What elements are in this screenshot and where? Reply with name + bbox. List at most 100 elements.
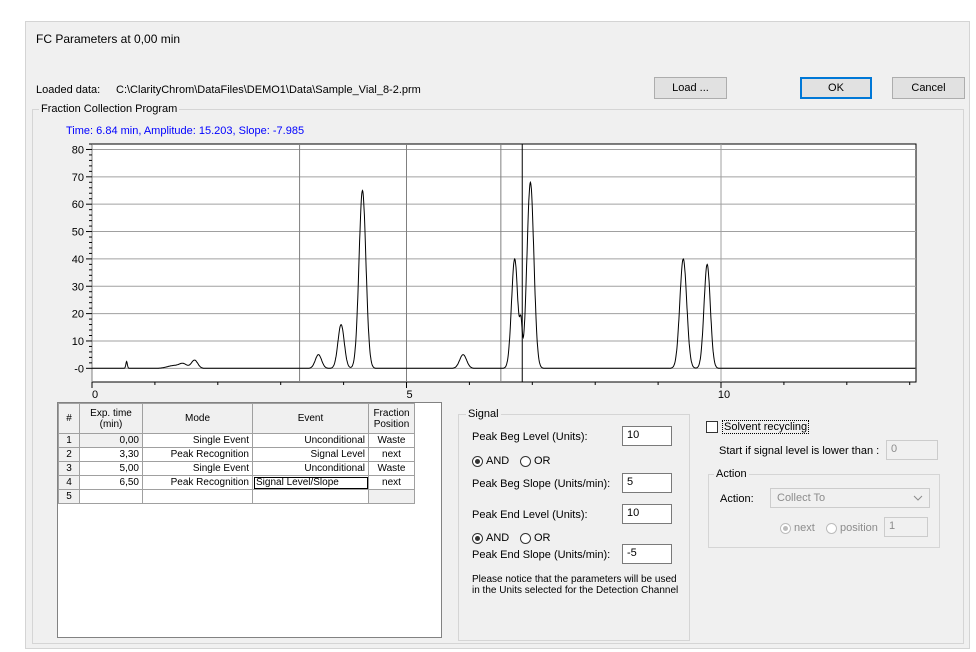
cell-exp-time[interactable]: 0,00 bbox=[79, 433, 143, 448]
y-tick-label: 70 bbox=[72, 172, 84, 184]
row-number: 3 bbox=[58, 461, 80, 476]
cell-event[interactable] bbox=[252, 489, 369, 504]
action-select[interactable]: Collect To bbox=[770, 488, 930, 508]
cell-event[interactable]: Unconditional bbox=[252, 461, 369, 476]
plot-area bbox=[91, 143, 917, 383]
y-tick-label: 20 bbox=[72, 309, 84, 321]
peak-beg-level-input[interactable]: 10 bbox=[622, 426, 672, 446]
position-radio-label: position bbox=[840, 522, 878, 534]
peak-end-level-input[interactable]: 10 bbox=[622, 504, 672, 524]
cell-exp-time[interactable]: 3,30 bbox=[79, 447, 143, 462]
next-radio-label: next bbox=[794, 522, 815, 534]
column-header-number: # bbox=[58, 403, 80, 434]
cell-event[interactable]: Unconditional bbox=[252, 433, 369, 448]
chromatogram-chart[interactable]: -0 10 20 30 40 50 60 70 80 0 5 10 bbox=[36, 138, 936, 400]
solvent-recycling-label: Solvent recycling bbox=[722, 420, 810, 434]
table-header-row: # Exp. time (min) Mode Event Fraction Po… bbox=[58, 403, 415, 434]
or-radio-1[interactable]: OR bbox=[520, 455, 551, 467]
and-radio-1-label: AND bbox=[486, 455, 510, 467]
and-radio-2-label: AND bbox=[486, 532, 510, 544]
peak-beg-slope-label: Peak Beg Slope (Units/min): bbox=[472, 478, 611, 490]
cell-fraction-position[interactable]: next bbox=[368, 475, 415, 490]
row-number: 2 bbox=[58, 447, 80, 462]
table-row[interactable]: 3 5,00 Single Event Unconditional Waste bbox=[58, 461, 415, 476]
column-header-fraction-position: Fraction Position bbox=[368, 403, 415, 434]
y-tick-label: 50 bbox=[72, 227, 84, 239]
x-tick-label: 10 bbox=[718, 389, 730, 400]
cell-fraction-position[interactable]: Waste bbox=[368, 461, 415, 476]
or-radio-2-label: OR bbox=[534, 532, 551, 544]
column-header-event: Event bbox=[252, 403, 369, 434]
signal-group-label: Signal bbox=[466, 408, 501, 420]
column-header-exp-time: Exp. time (min) bbox=[79, 403, 143, 434]
peak-end-level-label: Peak End Level (Units): bbox=[472, 509, 588, 521]
fraction-events-table: # Exp. time (min) Mode Event Fraction Po… bbox=[57, 402, 442, 638]
solvent-recycling-checkbox[interactable]: Solvent recycling bbox=[706, 420, 810, 434]
y-tick-label: 10 bbox=[72, 336, 84, 348]
cursor-status-text: Time: 6.84 min, Amplitude: 15.203, Slope… bbox=[66, 125, 305, 137]
fc-parameters-dialog: FC Parameters at 0,00 min Loaded data: C… bbox=[25, 21, 970, 649]
radio-selected-icon bbox=[472, 455, 483, 467]
cell-mode[interactable]: Single Event bbox=[142, 461, 253, 476]
cell-event[interactable]: Signal Level bbox=[252, 447, 369, 462]
cell-exp-time[interactable] bbox=[79, 489, 143, 504]
row-number: 4 bbox=[58, 475, 80, 490]
table-row[interactable]: 4 6,50 Peak Recognition Signal Level/Slo… bbox=[58, 475, 415, 490]
cell-mode[interactable]: Peak Recognition bbox=[142, 447, 253, 462]
action-group-label: Action bbox=[714, 468, 749, 480]
radio-unselected-icon bbox=[520, 455, 531, 467]
table-row[interactable]: 2 3,30 Peak Recognition Signal Level nex… bbox=[58, 447, 415, 462]
loaded-data-path: C:\ClarityChrom\DataFiles\DEMO1\Data\Sam… bbox=[116, 84, 421, 96]
dialog-title: FC Parameters at 0,00 min bbox=[36, 32, 181, 46]
radio-unselected-icon bbox=[826, 522, 837, 534]
cell-fraction-position[interactable]: Waste bbox=[368, 433, 415, 448]
start-signal-label: Start if signal level is lower than : bbox=[719, 445, 880, 457]
action-select-value: Collect To bbox=[777, 492, 826, 504]
column-header-mode: Mode bbox=[142, 403, 253, 434]
row-number: 1 bbox=[58, 433, 80, 448]
cell-fraction-position[interactable] bbox=[368, 489, 415, 504]
next-radio[interactable]: next bbox=[780, 522, 815, 534]
or-radio-2[interactable]: OR bbox=[520, 532, 551, 544]
checkbox-unchecked-icon bbox=[706, 421, 718, 433]
cell-mode[interactable] bbox=[142, 489, 253, 504]
radio-selected-icon bbox=[780, 522, 791, 534]
and-radio-1[interactable]: AND bbox=[472, 455, 509, 467]
signal-group bbox=[458, 414, 690, 641]
cancel-button[interactable]: Cancel bbox=[892, 77, 965, 99]
ok-button[interactable]: OK bbox=[800, 77, 872, 99]
or-radio-1-label: OR bbox=[534, 455, 551, 467]
y-tick-label: -0 bbox=[74, 363, 84, 375]
peak-beg-slope-input[interactable]: 5 bbox=[622, 473, 672, 493]
start-signal-input[interactable]: 0 bbox=[886, 440, 938, 460]
y-tick-label: 40 bbox=[72, 254, 84, 266]
load-button[interactable]: Load ... bbox=[654, 77, 727, 99]
peak-end-slope-input[interactable]: -5 bbox=[622, 544, 672, 564]
action-label: Action: bbox=[720, 493, 754, 505]
fraction-collection-program-label: Fraction Collection Program bbox=[39, 103, 180, 115]
and-radio-2[interactable]: AND bbox=[472, 532, 509, 544]
x-tick-label: 5 bbox=[406, 389, 412, 400]
x-tick-label: 0 bbox=[92, 389, 98, 400]
y-tick-label: 80 bbox=[72, 144, 84, 156]
loaded-data-label: Loaded data: bbox=[36, 84, 101, 96]
cell-mode[interactable]: Single Event bbox=[142, 433, 253, 448]
cell-exp-time[interactable]: 5,00 bbox=[79, 461, 143, 476]
table-row[interactable]: 1 0,00 Single Event Unconditional Waste bbox=[58, 433, 415, 448]
position-radio[interactable]: position bbox=[826, 522, 878, 534]
cell-fraction-position[interactable]: next bbox=[368, 447, 415, 462]
cell-event-selected[interactable]: Signal Level/Slope bbox=[252, 475, 369, 490]
y-tick-label: 60 bbox=[72, 199, 84, 211]
table-row[interactable]: 5 bbox=[58, 489, 415, 504]
radio-selected-icon bbox=[472, 532, 483, 544]
units-notice-text: Please notice that the parameters will b… bbox=[472, 574, 679, 596]
chevron-down-icon bbox=[913, 495, 923, 501]
cell-exp-time[interactable]: 6,50 bbox=[79, 475, 143, 490]
peak-beg-level-label: Peak Beg Level (Units): bbox=[472, 431, 588, 443]
position-input[interactable]: 1 bbox=[884, 517, 928, 537]
radio-unselected-icon bbox=[520, 532, 531, 544]
row-number: 5 bbox=[58, 489, 80, 504]
y-tick-label: 30 bbox=[72, 281, 84, 293]
cell-mode[interactable]: Peak Recognition bbox=[142, 475, 253, 490]
peak-end-slope-label: Peak End Slope (Units/min): bbox=[472, 549, 611, 561]
